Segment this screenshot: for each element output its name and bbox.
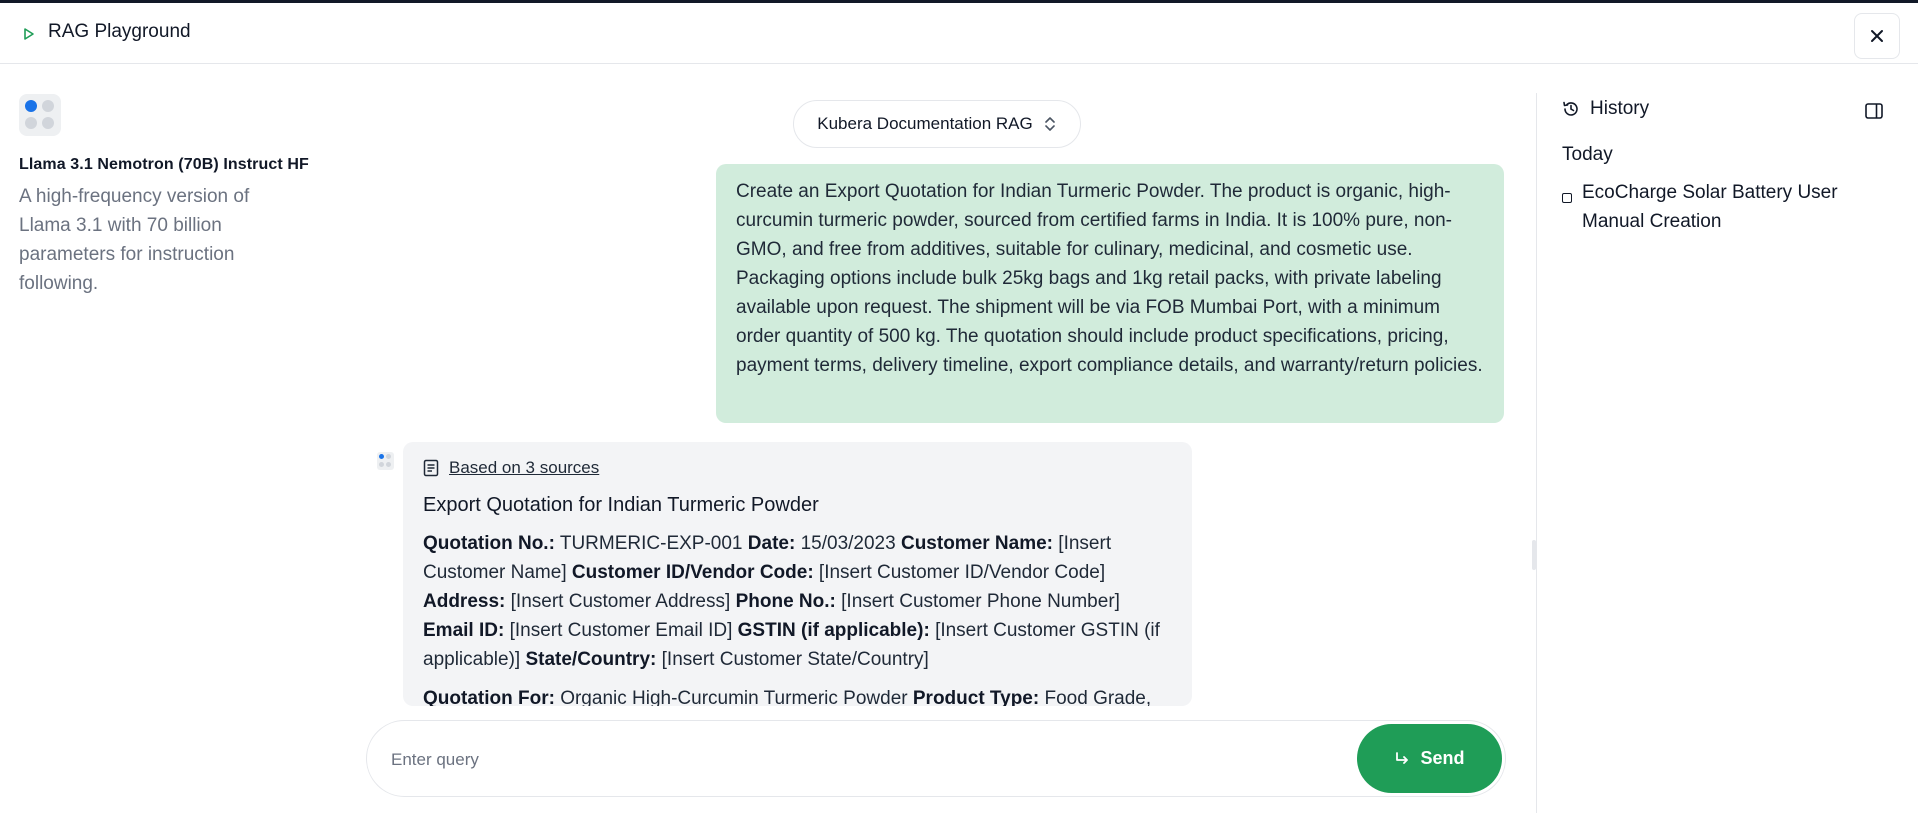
field-value: Food Grade, (1044, 688, 1152, 706)
send-button[interactable]: Send (1357, 724, 1502, 793)
history-panel: History Today EcoCharge Solar Battery Us… (1562, 98, 1898, 236)
resize-handle[interactable] (1532, 540, 1536, 570)
history-item-label: EcoCharge Solar Battery User Manual Crea… (1582, 182, 1838, 232)
model-logo-icon (19, 94, 61, 136)
panel-divider (1536, 93, 1537, 813)
quotation-fields-paragraph: Quotation No.: TURMERIC-EXP-001 Date: 15… (423, 529, 1172, 674)
field-label: Quotation No.: (423, 533, 555, 554)
sources-link[interactable]: Based on 3 sources (423, 458, 1172, 478)
sidebar-collapse-icon[interactable] (1864, 101, 1884, 121)
field-label: Quotation For: (423, 688, 555, 706)
chevron-up-down-icon (1044, 117, 1055, 131)
field-value: 15/03/2023 (800, 533, 896, 554)
query-input[interactable] (391, 745, 1291, 775)
history-header: History (1562, 98, 1898, 120)
history-title: History (1590, 98, 1650, 119)
rag-selector-dropdown[interactable]: Kubera Documentation RAG (793, 100, 1081, 148)
history-icon (1563, 101, 1578, 116)
quotation-product-paragraph: Quotation For: Organic High-Curcumin Tur… (423, 684, 1172, 706)
send-label: Send (1420, 748, 1465, 768)
model-info-panel: Llama 3.1 Nemotron (70B) Instruct HF A h… (19, 94, 339, 298)
play-icon (24, 28, 34, 40)
rag-selector-value: Kubera Documentation RAG (817, 114, 1033, 133)
field-value: [Insert Customer Phone Number] (841, 591, 1120, 612)
document-icon (423, 459, 439, 477)
user-message: Create an Export Quotation for Indian Tu… (716, 164, 1504, 423)
sources-label: Based on 3 sources (449, 458, 600, 477)
field-label: Customer ID/Vendor Code: (571, 562, 814, 583)
field-value: [Insert Customer State/Country] (661, 649, 929, 670)
app-header: RAG Playground (0, 3, 1918, 64)
field-value: [Insert Customer Email ID] (509, 620, 733, 641)
history-item[interactable]: EcoCharge Solar Battery User Manual Crea… (1562, 178, 1898, 236)
model-description: A high-frequency version of Llama 3.1 wi… (19, 186, 250, 294)
query-composer: Send (366, 720, 1506, 797)
field-label: State/Country: (525, 649, 657, 670)
model-name: Llama 3.1 Nemotron (70B) Instruct HF (19, 156, 309, 173)
field-label: Address: (423, 591, 506, 612)
chat-icon (1562, 193, 1572, 203)
assistant-message: Based on 3 sources Export Quotation for … (403, 442, 1192, 706)
app-title: RAG Playground (48, 21, 191, 42)
bot-avatar-icon (377, 452, 394, 470)
close-icon (1871, 30, 1883, 42)
quotation-body: Quotation No.: TURMERIC-EXP-001 Date: 15… (423, 529, 1172, 706)
field-label: Product Type: (912, 688, 1040, 706)
quotation-heading: Export Quotation for Indian Turmeric Pow… (423, 494, 819, 516)
field-value: TURMERIC-EXP-001 (559, 533, 743, 554)
field-value: [Insert Customer Address] (510, 591, 731, 612)
history-group-today: Today (1562, 144, 1613, 165)
field-label: Customer Name: (900, 533, 1054, 554)
field-value: [Insert Customer ID/Vendor Code] (818, 562, 1106, 583)
field-label: Phone No.: (735, 591, 836, 612)
field-label: GSTIN (if applicable): (737, 620, 930, 641)
enter-arrow-icon (1396, 751, 1409, 764)
field-label: Email ID: (423, 620, 505, 641)
field-label: Date: (747, 533, 796, 554)
field-value: Organic High-Curcumin Turmeric Powder (560, 688, 908, 706)
close-button[interactable] (1854, 13, 1900, 59)
